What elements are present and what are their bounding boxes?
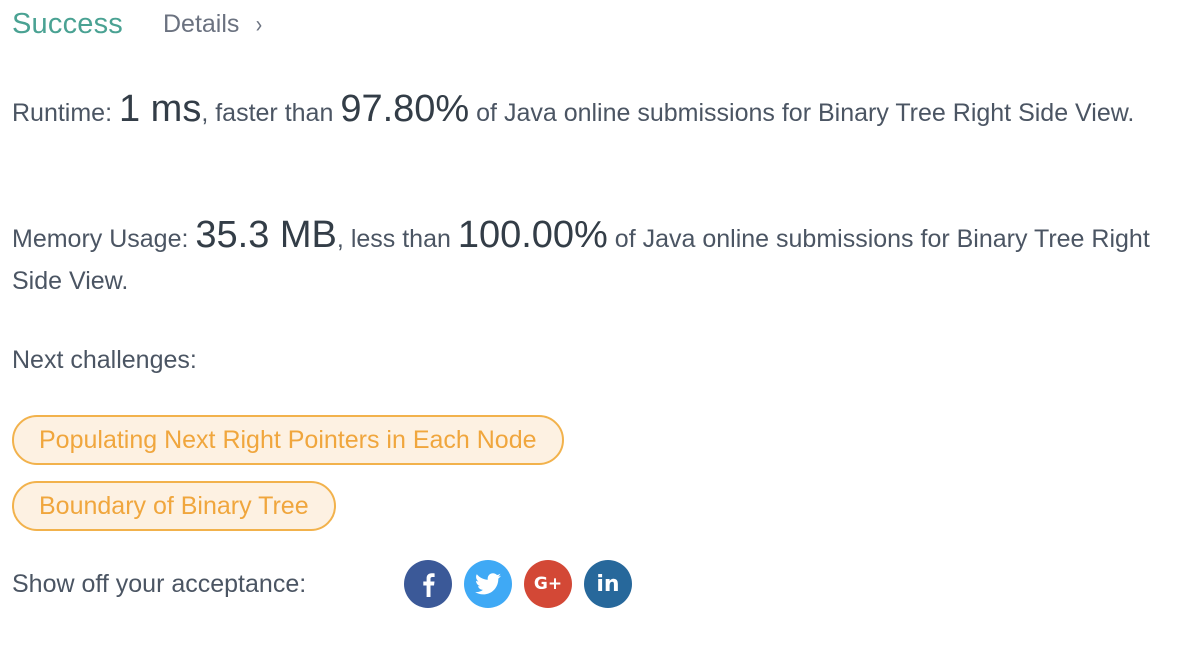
runtime-label: Runtime:	[12, 99, 119, 127]
google-plus-icon-text: G+	[533, 574, 563, 594]
details-link[interactable]: Details ›	[163, 10, 263, 39]
linkedin-icon-text: in	[596, 571, 620, 597]
challenge-tag-populating-next-right-pointers[interactable]: Populating Next Right Pointers in Each N…	[12, 415, 564, 465]
linkedin-icon[interactable]: in	[584, 560, 632, 608]
chevron-right-icon: ›	[256, 10, 263, 38]
challenge-tag-boundary-of-binary-tree[interactable]: Boundary of Binary Tree	[12, 481, 336, 531]
runtime-stat: Runtime: 1 ms, faster than 97.80% of Jav…	[12, 88, 1162, 134]
memory-percent: 100.00%	[457, 214, 608, 256]
memory-stat: Memory Usage: 35.3 MB, less than 100.00%…	[12, 214, 1162, 302]
runtime-suffix: of Java online submissions for Binary Tr…	[469, 99, 1135, 127]
details-label: Details	[163, 10, 240, 38]
runtime-mid-text: , faster than	[201, 99, 341, 127]
next-challenges-label: Next challenges:	[12, 346, 197, 374]
twitter-icon[interactable]	[464, 560, 512, 608]
runtime-percent: 97.80%	[340, 88, 470, 130]
runtime-value: 1 ms	[118, 88, 202, 130]
status-label: Success	[12, 8, 123, 40]
memory-mid-text: , less than	[336, 225, 458, 253]
result-header: Success Details ›	[12, 8, 263, 41]
memory-label: Memory Usage:	[12, 225, 196, 253]
google-plus-icon[interactable]: G+	[524, 560, 572, 608]
share-row: Show off your acceptance: G+ in	[12, 560, 644, 608]
memory-value: 35.3 MB	[195, 214, 337, 256]
facebook-icon[interactable]	[404, 560, 452, 608]
share-label: Show off your acceptance:	[12, 569, 307, 598]
